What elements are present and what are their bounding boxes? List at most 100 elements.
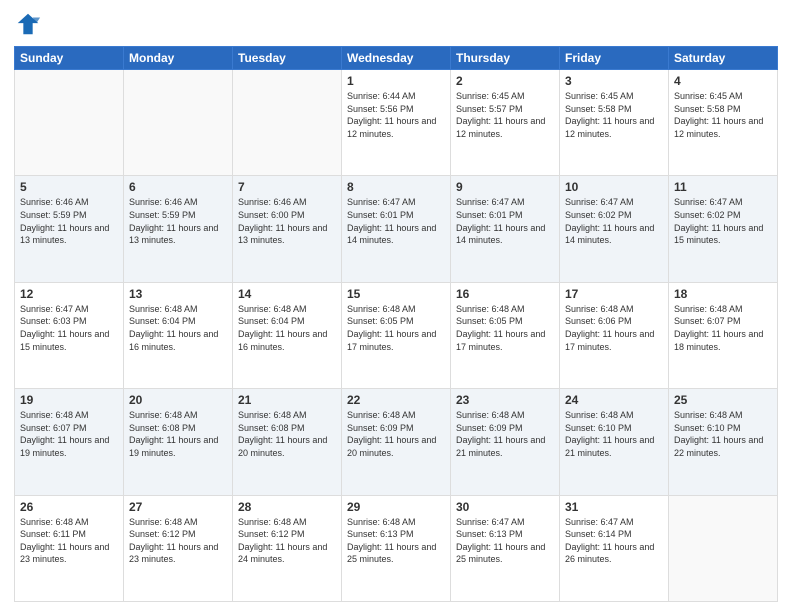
day-info: Sunrise: 6:48 AMSunset: 6:07 PMDaylight:…	[20, 409, 118, 459]
calendar-cell: 17 Sunrise: 6:48 AMSunset: 6:06 PMDayligh…	[560, 282, 669, 388]
day-info: Sunrise: 6:48 AMSunset: 6:08 PMDaylight:…	[238, 409, 336, 459]
calendar-cell: 23 Sunrise: 6:48 AMSunset: 6:09 PMDayligh…	[451, 389, 560, 495]
calendar-cell: 30 Sunrise: 6:47 AMSunset: 6:13 PMDayligh…	[451, 495, 560, 601]
day-number: 14	[238, 287, 336, 301]
day-info: Sunrise: 6:48 AMSunset: 6:12 PMDaylight:…	[129, 516, 227, 566]
calendar-cell: 8Sunrise: 6:47 AMSunset: 6:01 PMDaylight…	[342, 176, 451, 282]
day-info: Sunrise: 6:48 AMSunset: 6:09 PMDaylight:…	[456, 409, 554, 459]
calendar-week-row: 26 Sunrise: 6:48 AMSunset: 6:11 PMDayligh…	[15, 495, 778, 601]
day-info: Sunrise: 6:48 AMSunset: 6:08 PMDaylight:…	[129, 409, 227, 459]
calendar-cell: 2Sunrise: 6:45 AMSunset: 5:57 PMDaylight…	[451, 70, 560, 176]
day-number: 22	[347, 393, 445, 407]
calendar-week-row: 12 Sunrise: 6:47 AMSunset: 6:03 PMDayligh…	[15, 282, 778, 388]
day-info: Sunrise: 6:46 AMSunset: 5:59 PMDaylight:…	[129, 196, 227, 246]
calendar-cell	[15, 70, 124, 176]
calendar-week-row: 1 Sunrise: 6:44 AMSunset: 5:56 PMDaylight…	[15, 70, 778, 176]
day-number: 10	[565, 180, 663, 194]
day-number: 16	[456, 287, 554, 301]
calendar-cell: 25 Sunrise: 6:48 AMSunset: 6:10 PMDayligh…	[669, 389, 778, 495]
calendar-header-row: SundayMondayTuesdayWednesdayThursdayFrid…	[15, 47, 778, 70]
logo	[14, 10, 46, 38]
day-number: 27	[129, 500, 227, 514]
day-number: 26	[20, 500, 118, 514]
day-number: 15	[347, 287, 445, 301]
calendar-cell: 4 Sunrise: 6:45 AMSunset: 5:58 PMDaylight…	[669, 70, 778, 176]
calendar-cell: 3 Sunrise: 6:45 AMSunset: 5:58 PMDaylight…	[560, 70, 669, 176]
calendar-table: SundayMondayTuesdayWednesdayThursdayFrid…	[14, 46, 778, 602]
day-number: 21	[238, 393, 336, 407]
page: SundayMondayTuesdayWednesdayThursdayFrid…	[0, 0, 792, 612]
calendar-week-row: 19Sunrise: 6:48 AMSunset: 6:07 PMDayligh…	[15, 389, 778, 495]
calendar-cell: 12 Sunrise: 6:47 AMSunset: 6:03 PMDayligh…	[15, 282, 124, 388]
day-info: Sunrise: 6:47 AMSunset: 6:01 PMDaylight:…	[456, 196, 554, 246]
calendar-week-row: 5 Sunrise: 6:46 AMSunset: 5:59 PMDaylight…	[15, 176, 778, 282]
day-info: Sunrise: 6:45 AMSunset: 5:57 PMDaylight:…	[456, 90, 554, 140]
day-info: Sunrise: 6:47 AMSunset: 6:03 PMDaylight:…	[20, 303, 118, 353]
day-info: Sunrise: 6:46 AMSunset: 6:00 PMDaylight:…	[238, 196, 336, 246]
day-number: 18	[674, 287, 772, 301]
day-info: Sunrise: 6:48 AMSunset: 6:10 PMDaylight:…	[565, 409, 663, 459]
day-info: Sunrise: 6:48 AMSunset: 6:12 PMDaylight:…	[238, 516, 336, 566]
calendar-cell: 31 Sunrise: 6:47 AMSunset: 6:14 PMDayligh…	[560, 495, 669, 601]
calendar-cell	[233, 70, 342, 176]
day-number: 28	[238, 500, 336, 514]
day-number: 8	[347, 180, 445, 194]
calendar-cell: 9 Sunrise: 6:47 AMSunset: 6:01 PMDaylight…	[451, 176, 560, 282]
day-info: Sunrise: 6:48 AMSunset: 6:05 PMDaylight:…	[347, 303, 445, 353]
calendar-cell: 18 Sunrise: 6:48 AMSunset: 6:07 PMDayligh…	[669, 282, 778, 388]
day-number: 5	[20, 180, 118, 194]
calendar-cell	[669, 495, 778, 601]
calendar-cell: 28 Sunrise: 6:48 AMSunset: 6:12 PMDayligh…	[233, 495, 342, 601]
day-info: Sunrise: 6:45 AMSunset: 5:58 PMDaylight:…	[565, 90, 663, 140]
day-info: Sunrise: 6:48 AMSunset: 6:05 PMDaylight:…	[456, 303, 554, 353]
day-number: 13	[129, 287, 227, 301]
day-number: 30	[456, 500, 554, 514]
day-number: 31	[565, 500, 663, 514]
calendar-cell: 21 Sunrise: 6:48 AMSunset: 6:08 PMDayligh…	[233, 389, 342, 495]
day-number: 7	[238, 180, 336, 194]
day-info: Sunrise: 6:48 AMSunset: 6:11 PMDaylight:…	[20, 516, 118, 566]
day-number: 3	[565, 74, 663, 88]
day-number: 23	[456, 393, 554, 407]
day-info: Sunrise: 6:47 AMSunset: 6:14 PMDaylight:…	[565, 516, 663, 566]
day-info: Sunrise: 6:47 AMSunset: 6:02 PMDaylight:…	[674, 196, 772, 246]
day-number: 17	[565, 287, 663, 301]
calendar-cell: 6 Sunrise: 6:46 AMSunset: 5:59 PMDaylight…	[124, 176, 233, 282]
calendar-cell: 11Sunrise: 6:47 AMSunset: 6:02 PMDayligh…	[669, 176, 778, 282]
calendar-cell: 29 Sunrise: 6:48 AMSunset: 6:13 PMDayligh…	[342, 495, 451, 601]
calendar-cell: 5 Sunrise: 6:46 AMSunset: 5:59 PMDaylight…	[15, 176, 124, 282]
calendar-cell: 26 Sunrise: 6:48 AMSunset: 6:11 PMDayligh…	[15, 495, 124, 601]
day-info: Sunrise: 6:45 AMSunset: 5:58 PMDaylight:…	[674, 90, 772, 140]
day-info: Sunrise: 6:48 AMSunset: 6:06 PMDaylight:…	[565, 303, 663, 353]
day-number: 24	[565, 393, 663, 407]
weekday-header-wednesday: Wednesday	[342, 47, 451, 70]
day-number: 6	[129, 180, 227, 194]
calendar-cell: 10 Sunrise: 6:47 AMSunset: 6:02 PMDayligh…	[560, 176, 669, 282]
day-info: Sunrise: 6:44 AMSunset: 5:56 PMDaylight:…	[347, 90, 445, 140]
calendar-cell	[124, 70, 233, 176]
weekday-header-friday: Friday	[560, 47, 669, 70]
weekday-header-saturday: Saturday	[669, 47, 778, 70]
day-number: 1	[347, 74, 445, 88]
day-info: Sunrise: 6:46 AMSunset: 5:59 PMDaylight:…	[20, 196, 118, 246]
day-info: Sunrise: 6:48 AMSunset: 6:09 PMDaylight:…	[347, 409, 445, 459]
day-info: Sunrise: 6:48 AMSunset: 6:04 PMDaylight:…	[129, 303, 227, 353]
calendar-cell: 24 Sunrise: 6:48 AMSunset: 6:10 PMDayligh…	[560, 389, 669, 495]
day-number: 4	[674, 74, 772, 88]
day-number: 9	[456, 180, 554, 194]
day-info: Sunrise: 6:48 AMSunset: 6:07 PMDaylight:…	[674, 303, 772, 353]
day-number: 20	[129, 393, 227, 407]
weekday-header-monday: Monday	[124, 47, 233, 70]
day-info: Sunrise: 6:48 AMSunset: 6:13 PMDaylight:…	[347, 516, 445, 566]
day-number: 29	[347, 500, 445, 514]
calendar-cell: 15 Sunrise: 6:48 AMSunset: 6:05 PMDayligh…	[342, 282, 451, 388]
calendar-cell: 16 Sunrise: 6:48 AMSunset: 6:05 PMDayligh…	[451, 282, 560, 388]
day-info: Sunrise: 6:48 AMSunset: 6:10 PMDaylight:…	[674, 409, 772, 459]
calendar-cell: 20 Sunrise: 6:48 AMSunset: 6:08 PMDayligh…	[124, 389, 233, 495]
day-number: 25	[674, 393, 772, 407]
calendar-cell: 14Sunrise: 6:48 AMSunset: 6:04 PMDayligh…	[233, 282, 342, 388]
weekday-header-sunday: Sunday	[15, 47, 124, 70]
day-number: 12	[20, 287, 118, 301]
day-info: Sunrise: 6:47 AMSunset: 6:02 PMDaylight:…	[565, 196, 663, 246]
day-info: Sunrise: 6:47 AMSunset: 6:13 PMDaylight:…	[456, 516, 554, 566]
